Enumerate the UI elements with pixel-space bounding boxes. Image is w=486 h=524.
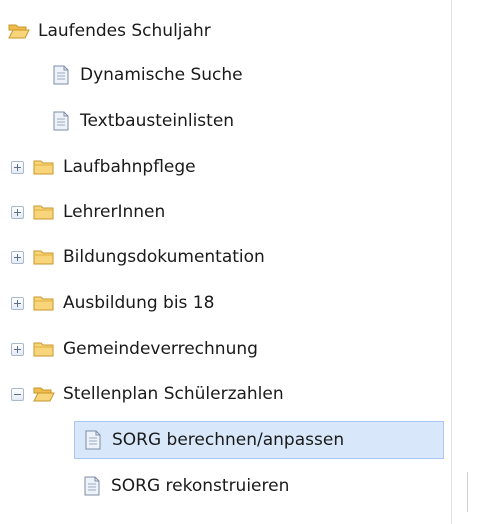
folder-open-icon [33, 387, 55, 402]
document-icon [84, 476, 100, 496]
expand-icon[interactable] [11, 160, 24, 174]
folder-icon [33, 342, 54, 357]
tree-node-label: Gemeindeverrechnung [63, 339, 258, 359]
tree-leaf-dynamische-suche[interactable]: Dynamische Suche [50, 56, 243, 94]
tree-leaf-sorg-berechnen-anpassen[interactable]: SORG berechnen/anpassen [74, 421, 444, 459]
folder-icon [33, 250, 54, 265]
folder-icon [33, 160, 54, 175]
tree-node-ausbildung-bis-18[interactable]: Ausbildung bis 18 [11, 284, 214, 322]
navigation-tree: Laufendes Schuljahr Dynamische Suche Tex… [0, 0, 450, 524]
scrollbar[interactable] [467, 472, 468, 512]
folder-open-icon [8, 24, 30, 39]
folder-icon [33, 296, 54, 311]
tree-node-bildungsdokumentation[interactable]: Bildungsdokumentation [11, 238, 265, 276]
document-icon [85, 430, 101, 450]
tree-node-label: SORG rekonstruieren [111, 476, 290, 496]
panel-divider [451, 0, 452, 524]
collapse-icon[interactable] [11, 387, 24, 401]
tree-node-gemeindeverrechnung[interactable]: Gemeindeverrechnung [11, 330, 258, 368]
tree-node-label: Stellenplan Schülerzahlen [63, 384, 284, 404]
expand-icon[interactable] [11, 296, 24, 310]
expand-icon[interactable] [11, 205, 24, 219]
tree-node-label: Laufbahnpflege [63, 157, 196, 177]
tree-node-label: Textbausteinlisten [80, 111, 235, 131]
tree-node-label: Dynamische Suche [80, 65, 243, 85]
tree-node-stellenplan-schuelerzahlen[interactable]: Stellenplan Schülerzahlen [11, 375, 284, 413]
tree-node-label: LehrerInnen [63, 202, 166, 222]
tree-leaf-sorg-rekonstruieren[interactable]: SORG rekonstruieren [81, 467, 289, 505]
tree-node-label: Laufendes Schuljahr [38, 21, 211, 41]
tree-node-lehrerinnen[interactable]: LehrerInnen [11, 193, 165, 231]
tree-node-label: Ausbildung bis 18 [63, 293, 215, 313]
expand-icon[interactable] [11, 342, 24, 356]
folder-icon [33, 205, 54, 220]
tree-node-label: Bildungsdokumentation [63, 247, 265, 267]
tree-leaf-textbausteinlisten[interactable]: Textbausteinlisten [50, 102, 234, 140]
document-icon [53, 111, 69, 131]
tree-node-laufendes-schuljahr[interactable]: Laufendes Schuljahr [8, 12, 211, 50]
tree-node-laufbahnpflege[interactable]: Laufbahnpflege [11, 148, 196, 186]
tree-node-label: SORG berechnen/anpassen [112, 430, 345, 450]
document-icon [53, 65, 69, 85]
expand-icon[interactable] [11, 250, 24, 264]
